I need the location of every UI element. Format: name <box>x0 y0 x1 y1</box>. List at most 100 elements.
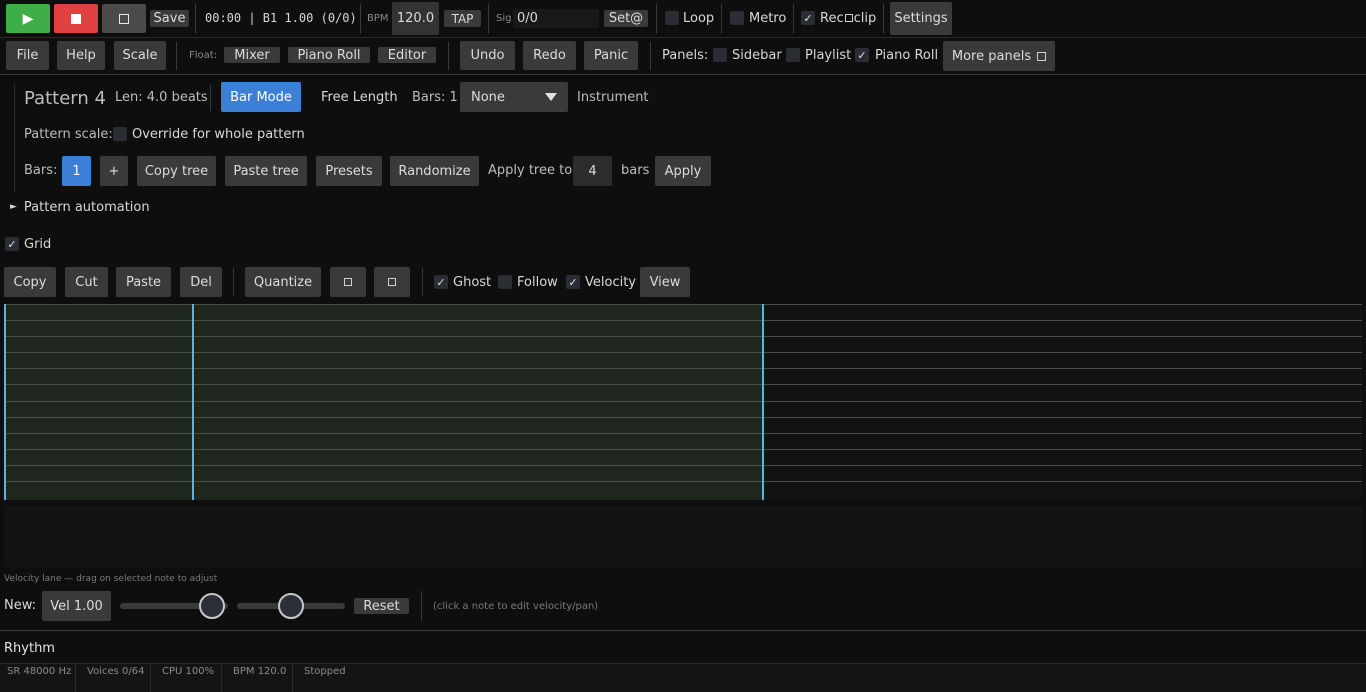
tool-button-2[interactable] <box>374 267 410 297</box>
separator <box>233 268 234 296</box>
loop-checkbox[interactable] <box>665 11 679 25</box>
velocity-slider-knob[interactable] <box>198 593 225 619</box>
playlist-checkbox[interactable] <box>786 48 800 62</box>
bar-mode-button[interactable]: Bar Mode <box>221 82 301 112</box>
more-panels-label: More panels <box>951 48 1032 64</box>
tool-button-1[interactable] <box>330 267 366 297</box>
pattern-scale-label: Pattern scale: <box>24 126 113 142</box>
check-icon: ✓ <box>568 275 578 289</box>
pattern-panel-edge <box>14 84 15 192</box>
separator <box>448 42 449 70</box>
tap-button[interactable]: TAP <box>444 10 481 27</box>
separator <box>421 591 422 621</box>
separator <box>195 4 196 34</box>
ghost-checkbox[interactable]: ✓ <box>434 275 448 289</box>
more-panels-button[interactable]: More panels <box>943 41 1055 71</box>
redo-button[interactable]: Redo <box>523 41 576 70</box>
play-icon: ▶ <box>22 10 34 27</box>
float-editor-button[interactable]: Editor <box>378 47 436 63</box>
square-icon <box>1037 51 1047 61</box>
presets-button[interactable]: Presets <box>316 156 382 186</box>
record-button[interactable] <box>102 4 146 33</box>
loop-end-marker[interactable] <box>762 304 764 500</box>
pattern-automation-toggle[interactable]: ► Pattern automation <box>10 197 150 217</box>
rec-clip-checkbox[interactable]: ✓ <box>801 11 815 25</box>
panic-button[interactable]: Panic <box>584 41 638 70</box>
randomize-button[interactable]: Randomize <box>390 156 479 186</box>
separator <box>656 4 657 34</box>
toolbar-divider <box>0 74 1366 75</box>
sidebar-checkbox[interactable] <box>713 48 727 62</box>
clip-label: clip <box>853 10 877 26</box>
bar-1-button[interactable]: 1 <box>62 156 91 186</box>
separator <box>422 268 423 296</box>
cut-button[interactable]: Cut <box>65 267 108 297</box>
help-menu[interactable]: Help <box>57 41 105 70</box>
copy-button[interactable]: Copy <box>4 267 56 297</box>
pattern-length: Len: 4.0 beats <box>115 89 208 105</box>
rec-clip-label: Rec clip <box>820 8 876 28</box>
separator <box>793 4 794 34</box>
save-button[interactable]: Save <box>150 10 189 27</box>
free-length-option[interactable]: Free Length <box>321 87 398 107</box>
paste-tree-button[interactable]: Paste tree <box>225 156 307 186</box>
check-icon: ✓ <box>857 48 867 62</box>
separator <box>883 4 884 34</box>
undo-button[interactable]: Undo <box>460 41 515 70</box>
square-icon <box>119 13 129 24</box>
stop-button[interactable] <box>54 4 98 33</box>
paste-button[interactable]: Paste <box>116 267 171 297</box>
override-checkbox[interactable] <box>113 127 127 141</box>
triangle-right-icon: ► <box>10 202 17 212</box>
velocity-lane[interactable] <box>4 506 1362 567</box>
panels-label: Panels: <box>662 47 709 63</box>
square-icon <box>844 14 853 22</box>
separator <box>150 664 151 692</box>
follow-checkbox[interactable] <box>498 275 512 289</box>
reset-button[interactable]: Reset <box>354 598 409 614</box>
apply-bars-input[interactable]: 4 <box>573 156 612 186</box>
sig-input[interactable]: 0/0 <box>513 9 599 28</box>
grid-checkbox[interactable]: ✓ <box>5 237 19 251</box>
grid-row-line <box>4 384 1362 385</box>
scale-menu[interactable]: Scale <box>114 41 166 70</box>
pattern-automation-label: Pattern automation <box>23 199 150 215</box>
apply-button[interactable]: Apply <box>655 156 711 186</box>
metro-label: Metro <box>749 10 787 26</box>
metro-checkbox[interactable] <box>730 11 744 25</box>
apply-tree-label: Apply tree to <box>488 162 573 178</box>
bars-suffix: bars <box>621 162 650 178</box>
sidebar-label: Sidebar <box>732 47 782 63</box>
settings-button[interactable]: Settings <box>890 2 952 35</box>
file-menu[interactable]: File <box>6 41 49 70</box>
float-piano-roll-button[interactable]: Piano Roll <box>288 47 370 63</box>
quantize-button[interactable]: Quantize <box>245 267 321 297</box>
view-button[interactable]: View <box>640 267 690 297</box>
follow-label: Follow <box>517 274 558 290</box>
pan-slider-knob[interactable] <box>278 593 304 619</box>
grid-row-line <box>4 465 1362 466</box>
copy-tree-button[interactable]: Copy tree <box>137 156 216 186</box>
play-button[interactable]: ▶ <box>6 4 50 33</box>
add-bar-button[interactable]: + <box>100 156 128 186</box>
set-at-button[interactable]: Set@ <box>604 10 648 27</box>
grid-row-line <box>4 352 1362 353</box>
float-mixer-button[interactable]: Mixer <box>224 47 280 63</box>
piano-roll-grid[interactable] <box>4 304 1362 500</box>
status-cpu: CPU 100% <box>162 665 215 677</box>
status-bpm: BPM 120.0 <box>233 665 287 677</box>
velocity-checkbox[interactable]: ✓ <box>566 275 580 289</box>
grid-row-line <box>4 320 1362 321</box>
instrument-select[interactable]: None <box>460 82 568 112</box>
grid-row-line <box>4 449 1362 450</box>
separator <box>75 664 76 692</box>
override-label: Override for whole pattern <box>132 126 305 142</box>
bpm-field[interactable]: 120.0 <box>392 2 439 35</box>
float-label: Float: <box>189 49 218 61</box>
divider <box>0 630 1366 631</box>
velocity-value-field[interactable]: Vel 1.00 <box>42 591 111 621</box>
delete-button[interactable]: Del <box>180 267 222 297</box>
piano-roll-checkbox[interactable]: ✓ <box>855 48 869 62</box>
velocity-label: Velocity <box>585 274 636 290</box>
separator <box>221 664 222 692</box>
